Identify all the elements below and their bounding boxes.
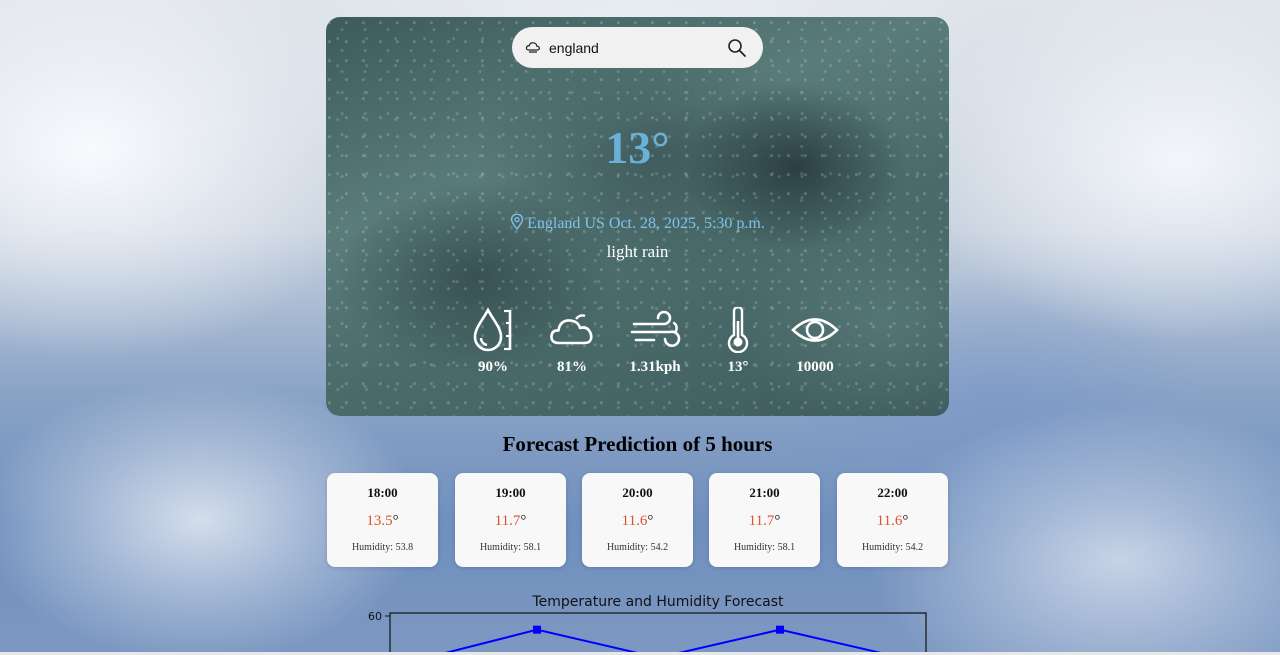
- stat-clouds: 81%: [549, 307, 595, 376]
- forecast-temp: 11.7°: [455, 513, 566, 530]
- stat-humidity: 90%: [472, 307, 514, 376]
- stat-wind: 1.31kph: [624, 307, 686, 376]
- wind-value: 1.31kph: [629, 359, 681, 375]
- weather-description: light rain: [606, 242, 669, 261]
- forecast-temp-value: 13.5: [366, 513, 393, 529]
- feels-like-value: 13°: [727, 359, 749, 375]
- cloud-icon: [550, 314, 593, 345]
- location-text: England US Oct. 28, 2025, 5:30 p.m.: [527, 215, 765, 232]
- forecast-time: 19:00: [495, 485, 526, 500]
- forecast-card: 19:00 11.7° Humidity: 58.1: [455, 473, 566, 567]
- thermometer-icon: [727, 307, 749, 353]
- forecast-chart: Temperature and Humidity Forecast 60: [340, 588, 935, 655]
- cloudiness-value: 81%: [557, 359, 587, 375]
- forecast-temp: 13.5°: [327, 513, 438, 530]
- humidity-icon: [473, 307, 512, 352]
- wind-icon: [630, 310, 681, 347]
- forecast-temp: 11.6°: [582, 513, 693, 530]
- eye-icon: [791, 318, 839, 342]
- degree-symbol: °: [902, 513, 909, 529]
- stat-feels-like: 13°: [723, 307, 753, 376]
- stat-visibility: 10000: [791, 307, 839, 376]
- visibility-value: 10000: [796, 359, 834, 375]
- search-bar: [512, 27, 763, 68]
- forecast-temp-value: 11.7: [748, 513, 775, 529]
- humidity-value: 53.8: [395, 542, 414, 553]
- humidity-value: 58.1: [777, 542, 796, 553]
- humidity-label: Humidity:: [351, 542, 394, 553]
- search-icon[interactable]: [727, 38, 747, 58]
- forecast-humidity: Humidity: 54.2: [837, 542, 948, 553]
- forecast-humidity: Humidity: 54.2: [582, 542, 693, 553]
- forecast-humidity: Humidity: 58.1: [455, 542, 566, 553]
- plot-frame: [389, 612, 927, 655]
- forecast-humidity: Humidity: 58.1: [709, 542, 820, 553]
- location-pin-icon: [510, 213, 524, 231]
- forecast-card: 18:00 13.5° Humidity: 53.8: [327, 473, 438, 567]
- degree-symbol: °: [647, 513, 654, 529]
- chart-svg: Temperature and Humidity Forecast 60: [368, 594, 927, 655]
- degree-symbol: °: [520, 513, 527, 529]
- forecast-temp-value: 11.7: [494, 513, 521, 529]
- humidity-value: 90%: [478, 359, 508, 375]
- location-line: England US Oct. 28, 2025, 5:30 p.m.: [326, 213, 949, 233]
- forecast-title: Forecast Prediction of 5 hours: [502, 432, 773, 456]
- data-point: [533, 625, 541, 634]
- current-weather-panel: 13° England US Oct. 28, 2025, 5:30 p.m. …: [326, 17, 949, 416]
- forecast-temp-value: 11.6: [621, 513, 648, 529]
- forecast-time: 21:00: [749, 485, 780, 500]
- forecast-card: 20:00 11.6° Humidity: 54.2: [582, 473, 693, 567]
- y-tick-label: 60: [368, 610, 382, 623]
- forecast-temp: 11.6°: [837, 513, 948, 530]
- humidity-value: 58.1: [523, 542, 542, 553]
- forecast-temp: 11.7°: [709, 513, 820, 530]
- humidity-label: Humidity:: [733, 542, 776, 553]
- forecast-card: 21:00 11.7° Humidity: 58.1: [709, 473, 820, 567]
- cloud-icon: [525, 42, 540, 53]
- forecast-time: 18:00: [367, 485, 398, 500]
- degree-symbol: °: [392, 513, 399, 529]
- chart-title: Temperature and Humidity Forecast: [531, 594, 784, 610]
- forecast-time: 20:00: [622, 485, 653, 500]
- humidity-label: Humidity:: [861, 542, 904, 553]
- degree-symbol: °: [774, 513, 781, 529]
- data-point: [776, 625, 784, 634]
- humidity-label: Humidity:: [479, 542, 522, 553]
- humidity-value: 54.2: [650, 542, 669, 553]
- humidity-label: Humidity:: [606, 542, 649, 553]
- current-temperature: 13°: [605, 122, 670, 173]
- humidity-value: 54.2: [905, 542, 924, 553]
- forecast-temp-value: 11.6: [876, 513, 903, 529]
- search-input[interactable]: [547, 36, 721, 60]
- forecast-humidity: Humidity: 53.8: [327, 542, 438, 553]
- forecast-time: 22:00: [877, 485, 908, 500]
- forecast-card: 22:00 11.6° Humidity: 54.2: [837, 473, 948, 567]
- series-layer: [433, 625, 906, 655]
